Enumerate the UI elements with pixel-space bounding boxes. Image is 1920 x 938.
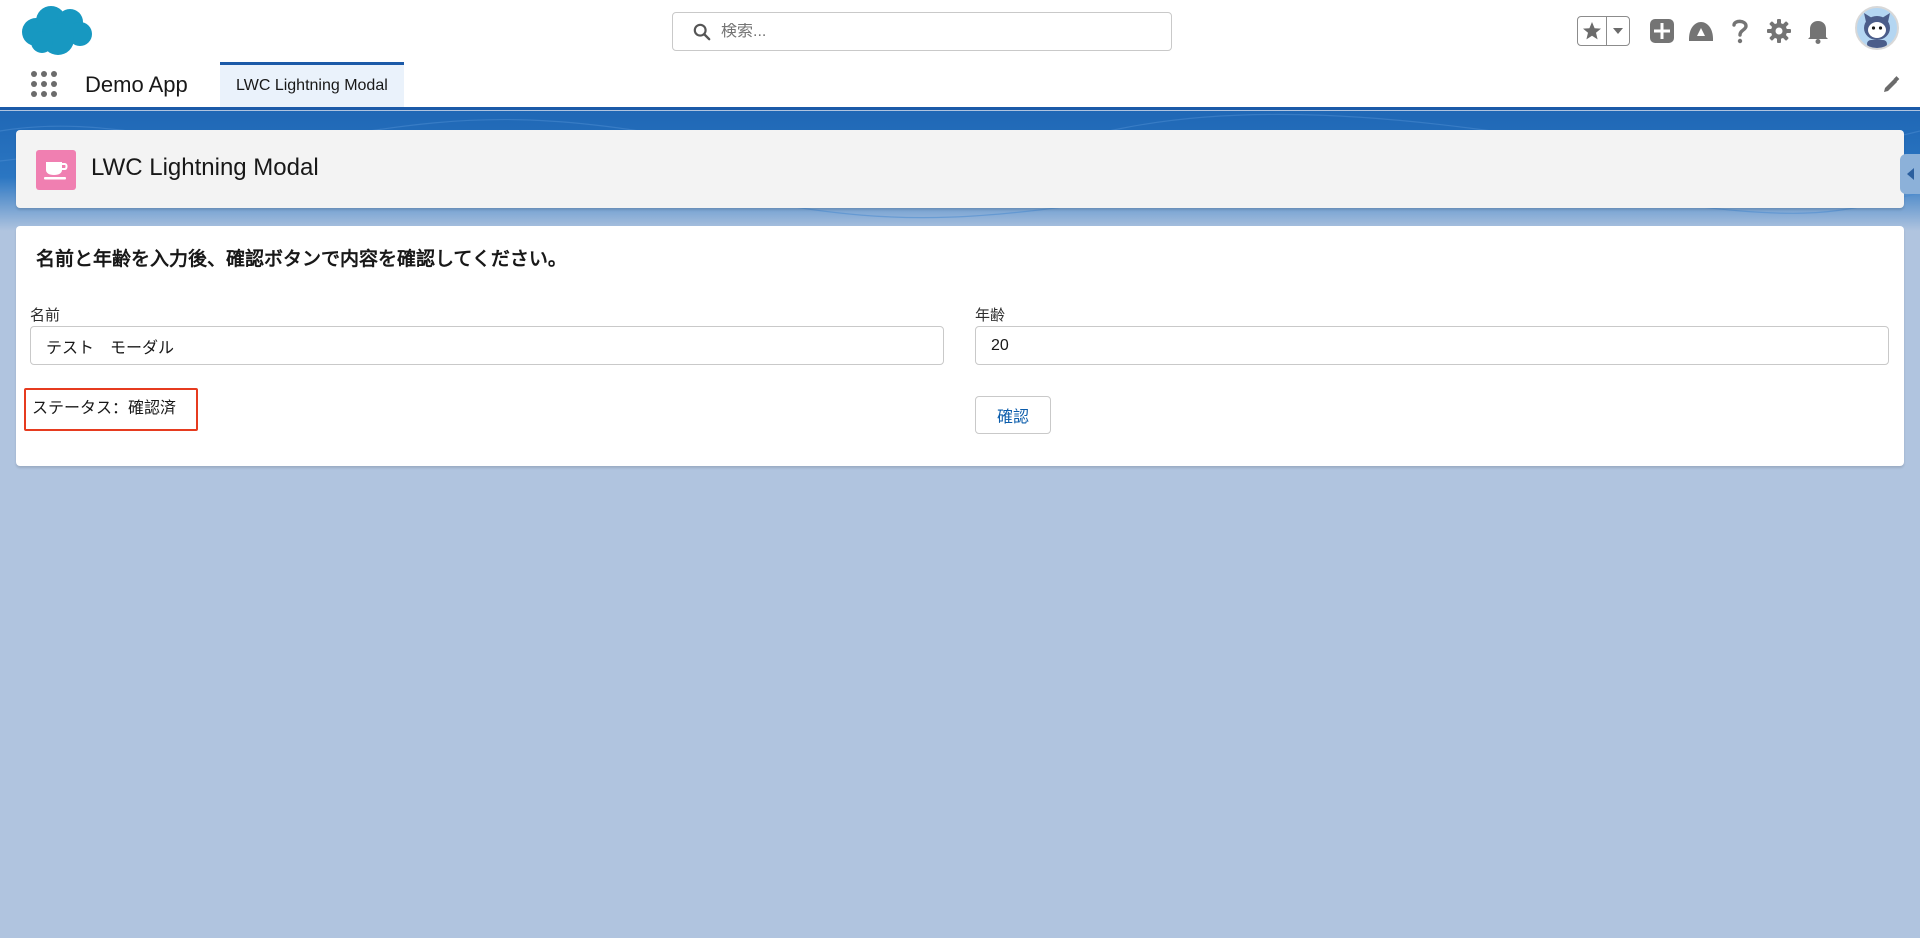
page-header: LWC Lightning Modal: [16, 130, 1904, 208]
age-label: 年齢: [975, 307, 1006, 324]
favorites-dropdown-icon[interactable]: [1607, 17, 1629, 45]
trailhead-guidance-icon[interactable]: [1686, 16, 1716, 46]
favorites-group: [1577, 16, 1630, 46]
instructions-text: 名前と年齢を入力後、確認ボタンで内容を確認してください。: [36, 249, 567, 270]
navigation-bar: Demo App LWC Lightning Modal: [0, 62, 1920, 110]
coffee-cup-icon: [36, 150, 76, 190]
global-search[interactable]: [672, 12, 1172, 51]
app-launcher-waffle-icon[interactable]: [30, 70, 58, 98]
app-name: Demo App: [85, 72, 188, 97]
edit-nav-pencil-icon[interactable]: [1882, 76, 1900, 94]
salesforce-logo-icon[interactable]: [18, 4, 94, 58]
age-input[interactable]: [975, 326, 1889, 365]
user-avatar[interactable]: [1855, 6, 1899, 50]
utility-side-handle[interactable]: [1900, 154, 1920, 194]
favorites-star-icon[interactable]: [1578, 17, 1608, 45]
notifications-bell-icon[interactable]: [1803, 16, 1833, 46]
help-icon[interactable]: [1725, 16, 1755, 46]
name-input[interactable]: [30, 326, 944, 365]
search-input[interactable]: [721, 22, 1141, 41]
tab-lwc-lightning-modal[interactable]: LWC Lightning Modal: [220, 62, 404, 107]
main-form-card: 名前と年齢を入力後、確認ボタンで内容を確認してください。 名前 年齢 ステータス…: [16, 226, 1904, 466]
confirm-button[interactable]: 確認: [975, 396, 1051, 434]
search-icon: [693, 23, 711, 40]
status-text: ステータス：確認済: [24, 388, 198, 431]
name-label: 名前: [30, 307, 61, 324]
setup-gear-icon[interactable]: [1764, 16, 1794, 46]
page-title: LWC Lightning Modal: [91, 154, 319, 181]
global-header: [0, 0, 1920, 62]
global-actions-add-icon[interactable]: [1647, 16, 1677, 46]
